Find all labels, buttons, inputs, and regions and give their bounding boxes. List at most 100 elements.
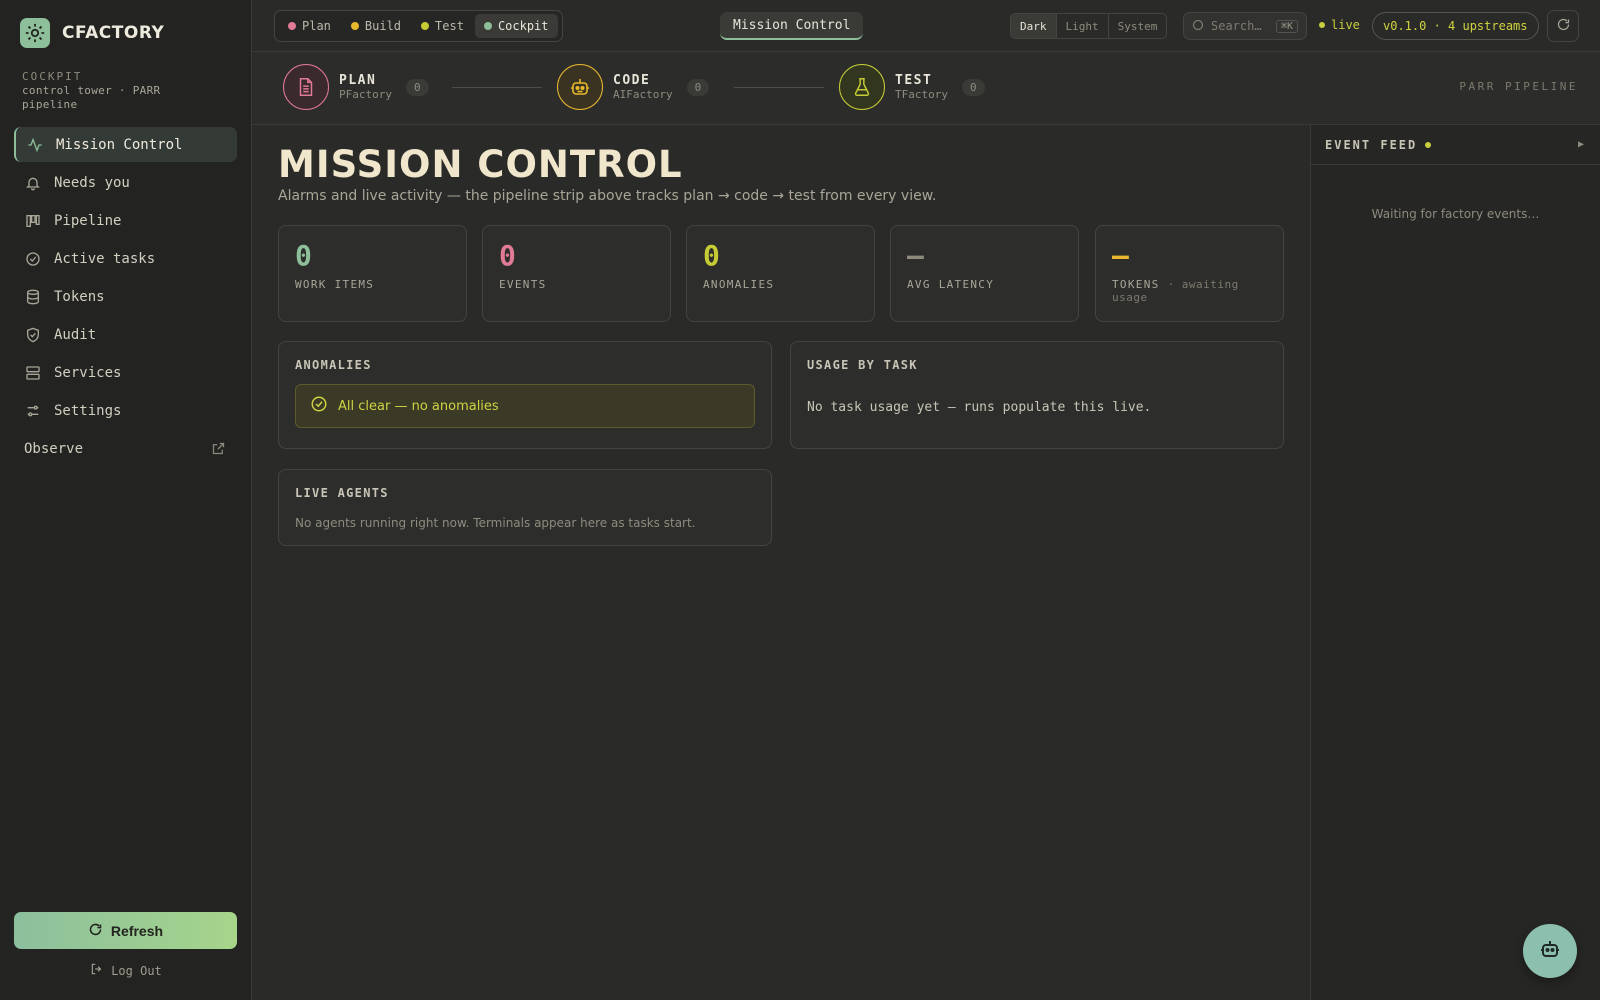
document-icon xyxy=(283,64,329,110)
refresh-label: Refresh xyxy=(110,922,164,939)
pipeline-stage-test[interactable]: TEST TFactory 0 xyxy=(839,64,985,110)
sidebar-item-label: Tokens xyxy=(54,288,105,305)
topbar: Plan Build Test Cockpit Mission Control … xyxy=(252,0,1600,52)
stage-name: CODE xyxy=(613,73,651,88)
stat-label: WORK ITEMS xyxy=(295,278,375,291)
search-input[interactable]: Search… ⌘K xyxy=(1183,12,1307,40)
search-shortcut: ⌘K xyxy=(1275,19,1298,33)
database-icon xyxy=(24,288,42,306)
sidebar-item-label: Services xyxy=(54,364,122,381)
stat-card-work-items: 0 WORK ITEMS xyxy=(278,225,467,322)
shield-check-icon xyxy=(24,326,42,344)
check-circle-icon xyxy=(24,250,42,268)
pipeline-connector xyxy=(734,87,824,88)
sidebar-item-needs-you[interactable]: Needs you xyxy=(14,165,237,200)
sidebar-item-services[interactable]: Services xyxy=(14,355,237,390)
stage-count: 0 xyxy=(961,78,985,96)
live-agents-panel: LIVE AGENTS No agents running right now.… xyxy=(278,469,772,546)
theme-option-dark[interactable]: Dark xyxy=(1011,14,1057,38)
tab-test[interactable]: Test xyxy=(412,14,473,38)
stat-card-events: 0 EVENTS xyxy=(482,225,671,322)
all-clear-text: All clear — no anomalies xyxy=(338,398,499,414)
status-dot xyxy=(350,22,359,30)
tab-label: Cockpit xyxy=(497,19,549,33)
usage-panel: USAGE BY TASK No task usage yet — runs p… xyxy=(790,341,1284,449)
sidebar-item-label: Audit xyxy=(54,326,97,343)
theme-switcher: Dark Light System xyxy=(1010,13,1168,39)
status-dot xyxy=(483,22,492,30)
stat-value: — xyxy=(1112,239,1129,272)
event-feed: EVENT FEED ▶ Waiting for factory events… xyxy=(1310,125,1600,1000)
logout-label: Log Out xyxy=(111,963,162,978)
status-dot xyxy=(288,22,296,30)
tab-plan[interactable]: Plan xyxy=(279,14,340,38)
sidebar-item-mission-control[interactable]: Mission Control xyxy=(14,127,237,162)
reload-button[interactable] xyxy=(1547,10,1579,42)
sidebar-item-audit[interactable]: Audit xyxy=(14,317,237,352)
stage-sub: PFactory xyxy=(339,88,392,101)
feed-collapse-toggle[interactable]: ▶ xyxy=(1578,139,1586,150)
tab-build[interactable]: Build xyxy=(342,14,410,38)
live-indicator: live xyxy=(1319,18,1360,32)
sidebar-item-settings[interactable]: Settings xyxy=(14,393,237,428)
theme-option-light[interactable]: Light xyxy=(1057,14,1109,38)
sidebar-item-observe[interactable]: Observe xyxy=(14,431,237,466)
live-label: live xyxy=(1331,18,1360,32)
search-placeholder: Search… xyxy=(1211,19,1262,33)
breadcrumb: Mission Control xyxy=(720,12,864,40)
stat-label: AVG LATENCY xyxy=(907,278,995,291)
logout-link[interactable]: Log Out xyxy=(0,962,252,979)
pipeline-connector xyxy=(452,87,542,88)
sidebar-item-pipeline[interactable]: Pipeline xyxy=(14,203,237,238)
sidebar-item-tokens[interactable]: Tokens xyxy=(14,279,237,314)
stat-card-anomalies: 0 ANOMALIES xyxy=(686,225,875,322)
stage-sub: TFactory xyxy=(895,88,948,101)
sidebar-item-label: Settings xyxy=(54,402,122,419)
kanban-icon xyxy=(24,212,42,230)
brand-name: CFACTORY xyxy=(62,23,165,43)
refresh-button[interactable]: Refresh xyxy=(14,912,237,949)
page-subtitle: Alarms and live activity — the pipeline … xyxy=(278,188,937,204)
sidebar-item-label: Observe xyxy=(24,440,84,457)
search-icon xyxy=(1192,19,1204,34)
brand-logo-icon xyxy=(20,18,50,48)
stat-value: 0 xyxy=(499,239,516,272)
theme-option-system[interactable]: System xyxy=(1109,14,1167,38)
assistant-button[interactable] xyxy=(1523,924,1577,978)
stage-sub: AIFactory xyxy=(613,88,673,101)
page-title: MISSION CONTROL xyxy=(278,143,683,186)
external-link-icon xyxy=(209,440,227,458)
stat-label: ANOMALIES xyxy=(703,278,775,291)
version-badge[interactable]: v0.1.0 · 4 upstreams xyxy=(1372,12,1539,40)
live-dot-icon xyxy=(1319,22,1325,28)
sidebar-item-active-tasks[interactable]: Active tasks xyxy=(14,241,237,276)
view-switcher: Plan Build Test Cockpit xyxy=(274,10,563,42)
tab-label: Build xyxy=(364,19,402,33)
stage-name: PLAN xyxy=(339,73,377,88)
brand[interactable]: CFACTORY xyxy=(20,18,164,48)
sidebar-section-header: COCKPIT control tower · PARR pipeline xyxy=(22,70,222,112)
activity-icon xyxy=(26,136,44,154)
panel-title: USAGE BY TASK xyxy=(807,358,918,372)
sidebar: CFACTORY COCKPIT control tower · PARR pi… xyxy=(0,0,252,1000)
stat-card-tokens: — TOKENS · awaiting usage xyxy=(1095,225,1284,322)
tab-cockpit[interactable]: Cockpit xyxy=(474,14,558,38)
panel-title: ANOMALIES xyxy=(295,358,372,372)
event-feed-header: EVENT FEED ▶ xyxy=(1311,125,1600,165)
reload-icon xyxy=(1556,17,1571,36)
pipeline-strip: PLAN PFactory 0 CODE AIFactory 0 TEST TF… xyxy=(252,52,1600,125)
sidebar-nav: Mission Control Needs you Pipeline Activ… xyxy=(14,127,237,469)
all-clear-banner: All clear — no anomalies xyxy=(295,384,755,428)
bell-icon xyxy=(24,174,42,192)
panel-title: LIVE AGENTS xyxy=(295,486,389,500)
status-dot xyxy=(421,22,430,30)
stat-label-text: TOKENS xyxy=(1112,278,1160,291)
stat-card-avg-latency: — AVG LATENCY xyxy=(890,225,1079,322)
pipeline-stage-code[interactable]: CODE AIFactory 0 xyxy=(557,64,710,110)
anomalies-panel: ANOMALIES All clear — no anomalies xyxy=(278,341,772,449)
stage-count: 0 xyxy=(686,78,710,96)
pipeline-stage-plan[interactable]: PLAN PFactory 0 xyxy=(283,64,429,110)
sidebar-item-label: Mission Control xyxy=(56,136,183,153)
stat-value: 0 xyxy=(703,239,720,272)
tab-label: Plan xyxy=(302,19,331,33)
